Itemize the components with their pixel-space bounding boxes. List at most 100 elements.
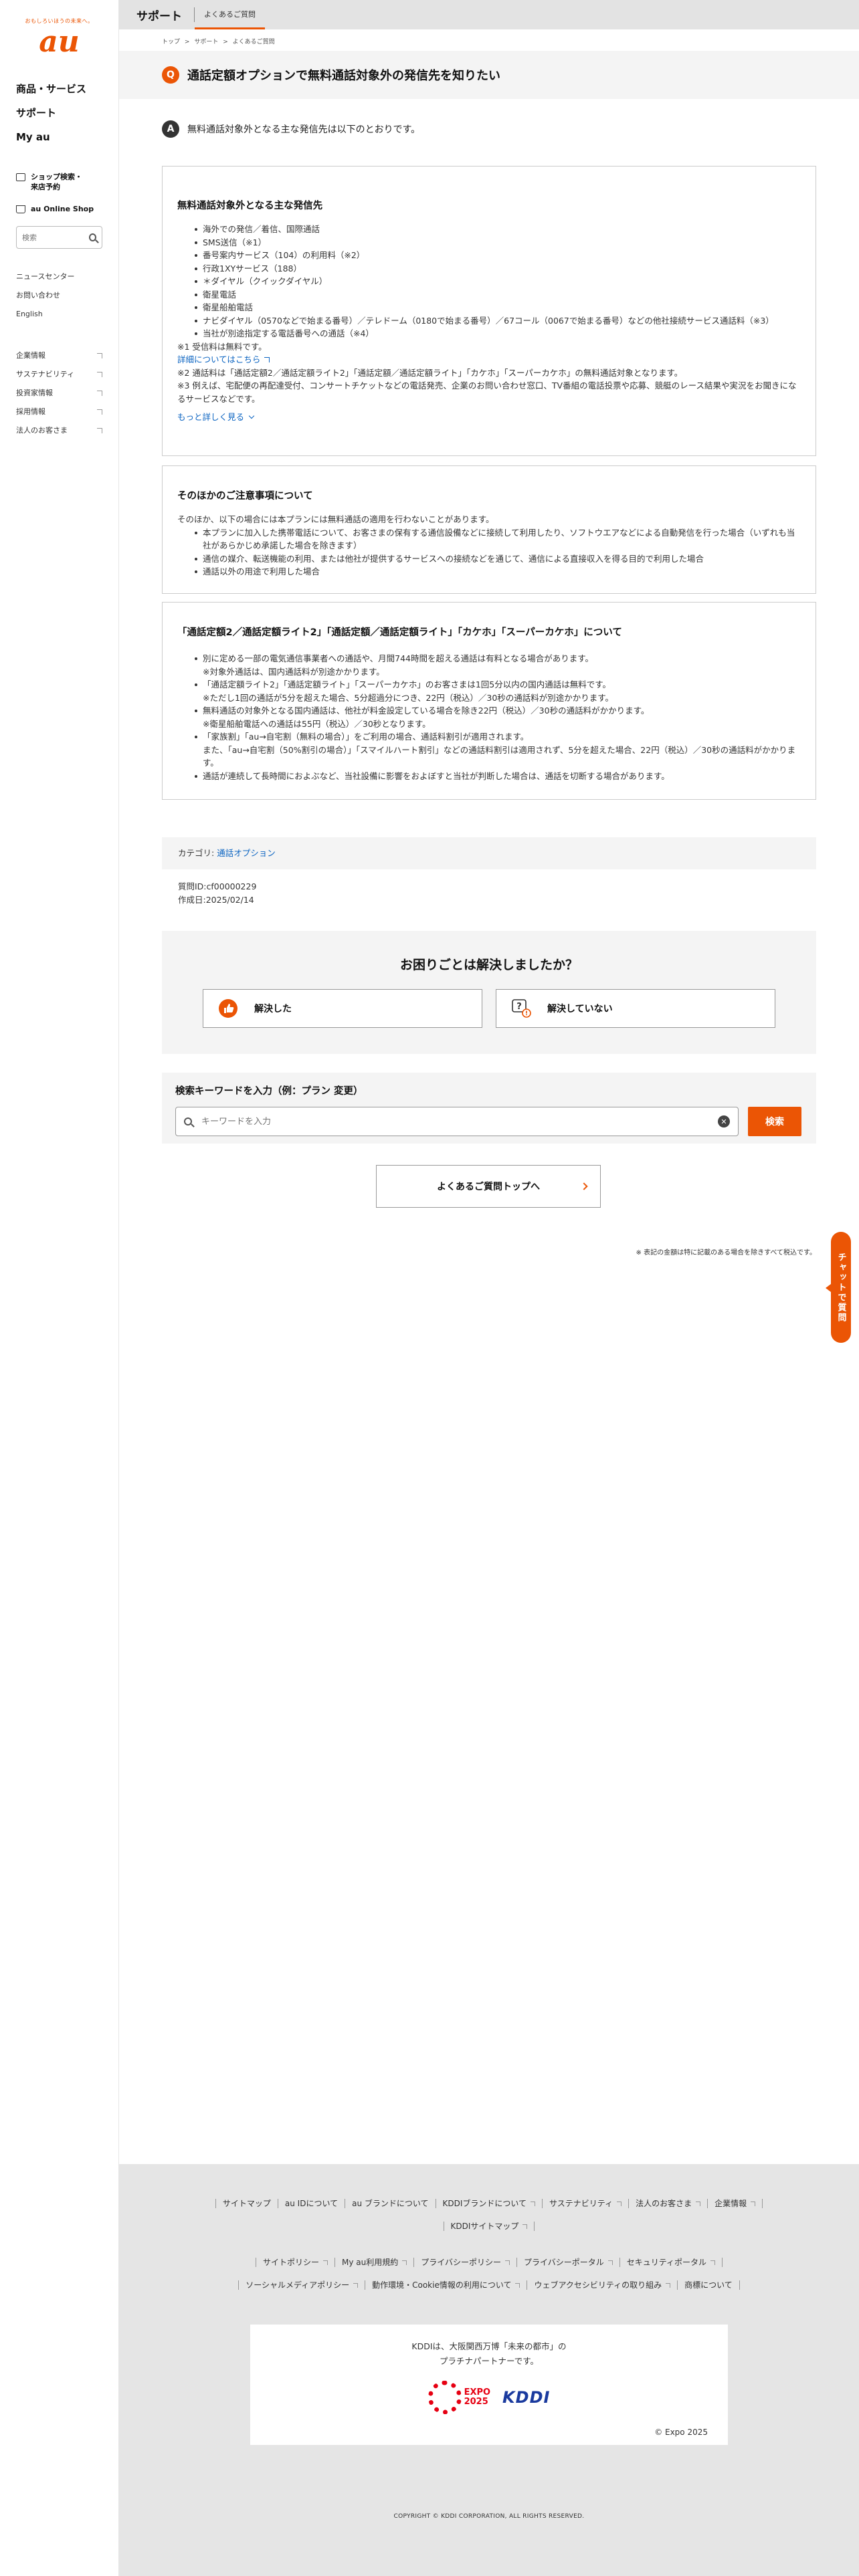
- category-label: カテゴリ:: [178, 848, 217, 858]
- clear-icon[interactable]: ✕: [718, 1115, 730, 1128]
- expo-banner[interactable]: KDDIは、大阪関西万博「未来の都市」の プラチナパートナーです。 EXPO 2…: [250, 2325, 728, 2445]
- search-row: ✕ 検索: [175, 1107, 803, 1136]
- footer-link[interactable]: My au利用規約: [334, 2258, 413, 2267]
- sidebar-recruit-label: 採用情報: [16, 407, 45, 416]
- footer-link[interactable]: 企業情報: [707, 2199, 763, 2208]
- breadcrumb-support[interactable]: サポート: [194, 39, 218, 45]
- card2-list: 本プランに加入した携帯電話について、お客さまの保有する通信設備などに接続して利用…: [177, 526, 801, 578]
- footer-link[interactable]: au IDについて: [277, 2199, 345, 2208]
- footer-link[interactable]: 法人のお客さま: [628, 2199, 707, 2208]
- created-date: 作成日:2025/02/14: [178, 895, 254, 905]
- kddi-logo: KDDI: [502, 2388, 551, 2407]
- external-link-icon: [264, 356, 270, 362]
- question-bubble-icon: ?: [512, 999, 531, 1018]
- footer-link[interactable]: au ブランドについて: [345, 2199, 435, 2208]
- sidebar-recruit[interactable]: 採用情報: [16, 403, 102, 421]
- show-more-button[interactable]: もっと詳しく見る: [177, 411, 255, 424]
- resolve-survey: お困りごとは解決しましたか？ 解決した ? 解決していない: [162, 931, 816, 1054]
- list-item: 通話が連続して長時間におよぶなど、当社設備に影響をおよぼすと当社が判断した場合は…: [195, 770, 801, 783]
- footer-link[interactable]: 動作環境・Cookie情報の利用について: [365, 2280, 527, 2290]
- list-item: 本プランに加入した携帯電話について、お客さまの保有する通信設備などに接続して利用…: [195, 526, 801, 552]
- footer-link[interactable]: ソーシャルメディアポリシー: [238, 2280, 365, 2290]
- tab-faq[interactable]: よくあるご質問: [195, 0, 265, 29]
- brand-logo[interactable]: おもしろいほうの未来へ。 au: [0, 0, 118, 58]
- expo-logos: EXPO 2025 KDDI: [250, 2381, 728, 2414]
- footer-link[interactable]: プライバシーポータル: [516, 2258, 619, 2267]
- external-link-icon: [97, 428, 102, 433]
- sidebar-english[interactable]: English: [16, 305, 102, 324]
- question-header: Q 通話定額オプションで無料通話対象外の発信先を知りたい: [119, 51, 859, 99]
- cart-icon: [16, 205, 25, 213]
- footer-link[interactable]: サイトポリシー: [255, 2258, 335, 2267]
- search-button[interactable]: 検索: [748, 1107, 801, 1136]
- search-box: ✕: [175, 1107, 739, 1136]
- header-title[interactable]: サポート: [119, 7, 194, 23]
- sidebar-ir[interactable]: 投資家情報: [16, 384, 102, 403]
- sidebar-search-input[interactable]: [22, 233, 89, 242]
- faq-top-button[interactable]: よくあるご質問トップへ: [376, 1165, 601, 1208]
- sidebar-news[interactable]: ニュースセンター: [16, 267, 102, 286]
- expo-message: KDDIは、大阪関西万博「未来の都市」の プラチナパートナーです。: [250, 2339, 728, 2369]
- sidebar-links: ニュースセンター お問い合わせ English: [0, 267, 118, 324]
- list-item: 通話以外の用途で利用した場合: [195, 565, 801, 578]
- footer-link[interactable]: サステナビリティ: [542, 2199, 628, 2208]
- breadcrumb-sep: >: [184, 39, 190, 45]
- card2-heading: そのほかのご注意事項について: [177, 491, 313, 502]
- breadcrumb: トップ > サポート > よくあるご質問: [162, 37, 278, 45]
- search-label: 検索キーワードを入力（例：プラン 変更）: [175, 1086, 363, 1097]
- nav-support[interactable]: サポート: [16, 101, 102, 125]
- chat-button[interactable]: チャットで質問: [826, 1232, 851, 1343]
- footer-link[interactable]: ウェブアクセシビリティの取り組み: [527, 2280, 677, 2290]
- sidebar-corporate: 企業情報 サステナビリティ 投資家情報 採用情報 法人のお客さま: [0, 346, 118, 440]
- list-item: 行政1XYサービス（188）: [195, 262, 801, 276]
- category-link[interactable]: 通話オプション: [217, 848, 276, 858]
- expo-message-line2: プラチナパートナーです。: [439, 2356, 539, 2366]
- chevron-right-icon: [580, 1182, 588, 1190]
- footer-link[interactable]: 商標について: [677, 2280, 740, 2290]
- list-item: ナビダイヤル（0570などで始まる番号）／テレドーム（0180で始まる番号）／6…: [195, 314, 801, 328]
- expo-logo: [427, 2381, 462, 2414]
- keyword-search: 検索キーワードを入力（例：プラン 変更） ✕ 検索: [162, 1073, 816, 1144]
- sidebar: おもしろいほうの未来へ。 au 商品・サービス サポート My au ショップ検…: [0, 0, 119, 2576]
- sidebar-corp-info[interactable]: 企業情報: [16, 346, 102, 365]
- nav-my-au[interactable]: My au: [16, 125, 102, 149]
- footer-row: サイトポリシー My au利用規約 プライバシーポリシー プライバシーポータル セキュリ…: [119, 2251, 859, 2274]
- list-item: ＊ダイヤル（クイックダイヤル）: [195, 275, 801, 288]
- card1-note2: ※2 通話料は「通話定額2／通話定額ライト2」「通話定額／通話定額ライト」「カケ…: [177, 367, 683, 378]
- question-badge: Q: [162, 66, 179, 84]
- resolved-button[interactable]: 解決した: [203, 989, 482, 1028]
- shop-search-link[interactable]: ショップ検索・ 来店予約: [16, 172, 102, 192]
- sidebar-search: [16, 226, 102, 249]
- details-link-label: 詳細についてはこちら: [177, 354, 261, 364]
- shop-icon: [16, 173, 25, 181]
- external-link-icon: [97, 353, 102, 358]
- nav-products[interactable]: 商品・サービス: [16, 77, 102, 101]
- sidebar-business[interactable]: 法人のお客さま: [16, 421, 102, 440]
- online-shop-link[interactable]: au Online Shop: [16, 204, 102, 214]
- sidebar-sustainability[interactable]: サステナビリティ: [16, 365, 102, 384]
- not-resolved-label: 解決していない: [547, 1004, 613, 1014]
- footer-links-1: サイトマップ au IDについて au ブランドについて KDDIブランドについて サス…: [119, 2164, 859, 2238]
- breadcrumb-top[interactable]: トップ: [162, 39, 180, 45]
- sidebar-corp-info-label: 企業情報: [16, 351, 45, 360]
- resolve-title: お困りごとは解決しましたか？: [399, 958, 578, 972]
- footer-link[interactable]: プライバシーポリシー: [413, 2258, 516, 2267]
- footer-link[interactable]: KDDIサイトマップ: [443, 2222, 535, 2231]
- sidebar-contact[interactable]: お問い合わせ: [16, 286, 102, 305]
- footer-link[interactable]: KDDIブランドについて: [435, 2199, 543, 2208]
- card1-list: 海外での発信／着信、国際通話 SMS送信（※1） 番号案内サービス（104）の利…: [177, 223, 801, 340]
- footer-link[interactable]: サイトマップ: [215, 2199, 278, 2208]
- footer-link[interactable]: セキュリティポータル: [619, 2258, 723, 2267]
- search-input[interactable]: [201, 1116, 718, 1127]
- details-link[interactable]: 詳細についてはこちら: [177, 353, 270, 366]
- search-icon[interactable]: [89, 233, 96, 241]
- answer-badge: A: [162, 120, 179, 138]
- breadcrumb-current: よくあるご質問: [232, 39, 275, 45]
- footer-row: KDDIサイトマップ: [119, 2215, 859, 2238]
- sidebar-news-label: ニュースセンター: [16, 272, 75, 281]
- not-resolved-button[interactable]: ? 解決していない: [496, 989, 775, 1028]
- chevron-down-icon: [248, 413, 255, 419]
- card-other-notes: そのほかのご注意事項について そのほか、以下の場合には本プランには無料通話の適用…: [162, 465, 816, 594]
- list-item: 衛星電話: [195, 288, 801, 302]
- sidebar-contact-label: お問い合わせ: [16, 291, 60, 300]
